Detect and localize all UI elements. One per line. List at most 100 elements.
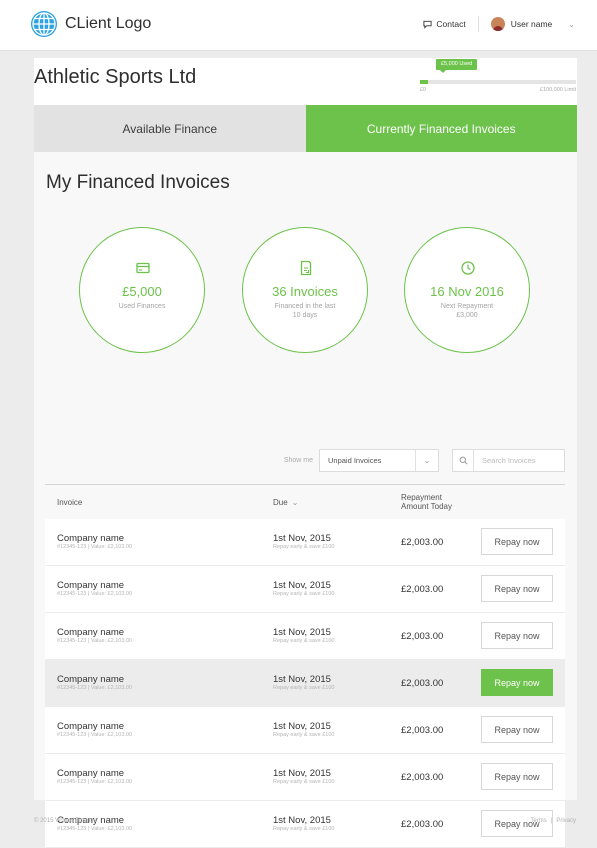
repay-now-button[interactable]: Repay now bbox=[481, 669, 553, 696]
globe-logo-icon bbox=[31, 11, 57, 37]
client-logo[interactable]: CLient Logo bbox=[30, 10, 151, 38]
invoice-ref-cell: #12345-123 | Value: £2,103.00 bbox=[57, 732, 133, 738]
invoice-ref-cell: #12345-123 | Value: £2,103.00 bbox=[57, 685, 133, 691]
repay-note-cell: Repay early & save £100 bbox=[273, 685, 335, 691]
stat-value: 36 Invoices bbox=[272, 284, 338, 299]
user-name: User name bbox=[510, 19, 553, 29]
due-date-cell: 1st Nov, 2015 bbox=[273, 768, 331, 779]
limit-max-label: £100,000 Limit bbox=[539, 87, 576, 93]
repayment-amount-cell: £2,003.00 bbox=[401, 678, 444, 689]
invoice-icon bbox=[300, 260, 312, 276]
repayment-amount-cell: £2,003.00 bbox=[401, 819, 444, 830]
repayment-amount-cell: £2,003.00 bbox=[401, 631, 444, 642]
search-icon[interactable] bbox=[453, 450, 474, 471]
tab-currently-financed-invoices[interactable]: Currently Financed Invoices bbox=[305, 105, 577, 160]
invoice-ref-cell: #12345-123 | Value: £2,103.00 bbox=[57, 544, 133, 550]
invoice-filter-select[interactable]: Unpaid Invoices ⌄ bbox=[319, 449, 439, 472]
repay-now-button[interactable]: Repay now bbox=[481, 763, 553, 790]
table-row: Company name #12345-123 | Value: £2,103.0… bbox=[45, 754, 565, 801]
stat-next-repayment: 16 Nov 2016 Next Repayment £3,000 bbox=[404, 227, 530, 353]
due-date-cell: 1st Nov, 2015 bbox=[273, 674, 331, 685]
company-name-cell: Company name bbox=[57, 674, 125, 685]
contact-label: Contact bbox=[436, 19, 466, 29]
repay-now-button[interactable]: Repay now bbox=[481, 716, 553, 743]
chevron-down-icon: ⌄ bbox=[415, 450, 438, 471]
footer-copyright: © 2015 Virtuus Finance bbox=[34, 818, 97, 824]
filter-bar: Show me Unpaid Invoices ⌄ bbox=[284, 449, 565, 472]
contact-link[interactable]: Contact bbox=[423, 19, 466, 29]
limit-bar-track bbox=[420, 80, 576, 84]
repay-now-button[interactable]: Repay now bbox=[481, 528, 553, 555]
company-name-cell: Company name bbox=[57, 533, 125, 544]
top-bar: CLient Logo Contact User name ⌄ bbox=[0, 0, 597, 51]
due-date-cell: 1st Nov, 2015 bbox=[273, 533, 331, 544]
nav-divider bbox=[477, 16, 479, 32]
search-box bbox=[452, 449, 565, 472]
table-row: Company name #12345-123 | Value: £2,103.0… bbox=[45, 519, 565, 566]
main-card: Athletic Sports Ltd £5,000 Used £0 £100,… bbox=[34, 58, 577, 848]
stat-subtext: Used Finances bbox=[118, 303, 166, 310]
repay-now-button[interactable]: Repay now bbox=[481, 622, 553, 649]
table-header: Invoice Due ⌄ Repayment Amount Today bbox=[45, 484, 565, 520]
repayment-amount-cell: £2,003.00 bbox=[401, 537, 444, 548]
stat-subtext: Next Repayment £3,000 bbox=[440, 303, 494, 319]
company-name: Athletic Sports Ltd bbox=[34, 66, 197, 88]
column-header-due[interactable]: Due ⌄ bbox=[273, 485, 298, 519]
repay-note-cell: Repay early & save £100 bbox=[273, 779, 335, 785]
used-amount-flag: £5,000 Used bbox=[436, 59, 478, 73]
select-value: Unpaid Invoices bbox=[328, 456, 382, 465]
tab-bar: Available Finance Currently Financed Inv… bbox=[34, 105, 577, 160]
card-icon bbox=[136, 262, 150, 274]
repay-header-line2: Amount Today bbox=[401, 502, 452, 511]
stat-financed-invoices: 36 Invoices Financed in the last 10 days bbox=[242, 227, 368, 353]
repayment-amount-cell: £2,003.00 bbox=[401, 725, 444, 736]
repay-header-line1: Repayment bbox=[401, 493, 442, 502]
chevron-down-icon: ⌄ bbox=[568, 19, 575, 29]
search-input[interactable] bbox=[474, 455, 564, 466]
repayment-amount-cell: £2,003.00 bbox=[401, 584, 444, 595]
table-row: Company name #12345-123 | Value: £2,103.0… bbox=[45, 613, 565, 660]
stat-subtext: Financed in the last 10 days bbox=[274, 303, 336, 319]
top-nav: Contact User name ⌄ bbox=[423, 16, 575, 32]
repayment-amount-cell: £2,003.00 bbox=[401, 772, 444, 783]
company-name-cell: Company name bbox=[57, 721, 125, 732]
invoice-ref-cell: #12345-123 | Value: £2,103.00 bbox=[57, 638, 133, 644]
limit-bar-fill bbox=[420, 80, 428, 84]
terms-link[interactable]: Terms bbox=[530, 818, 546, 824]
invoice-ref-cell: #12345-123 | Value: £2,103.00 bbox=[57, 826, 133, 832]
repay-now-button[interactable]: Repay now bbox=[481, 575, 553, 602]
logo-text: CLient Logo bbox=[65, 15, 152, 32]
column-header-repayment: Repayment Amount Today bbox=[401, 485, 452, 519]
due-date-cell: 1st Nov, 2015 bbox=[273, 815, 331, 826]
footer-links: Terms | Privacy bbox=[530, 818, 576, 824]
repay-note-cell: Repay early & save £100 bbox=[273, 638, 335, 644]
due-date-cell: 1st Nov, 2015 bbox=[273, 627, 331, 638]
repay-note-cell: Repay early & save £100 bbox=[273, 826, 335, 832]
due-date-cell: 1st Nov, 2015 bbox=[273, 721, 331, 732]
stat-used-finances: £5,000 Used Finances bbox=[79, 227, 205, 353]
table-row: Company name #12345-123 | Value: £2,103.0… bbox=[45, 707, 565, 754]
company-name-cell: Company name bbox=[57, 580, 125, 591]
avatar bbox=[490, 17, 505, 31]
privacy-link[interactable]: Privacy bbox=[556, 818, 576, 824]
repay-note-cell: Repay early & save £100 bbox=[273, 732, 335, 738]
invoices-panel: My Financed Invoices £5,000 Used Finance… bbox=[34, 152, 577, 848]
company-name-cell: Company name bbox=[57, 627, 125, 638]
chevron-down-icon: ⌄ bbox=[291, 497, 299, 507]
show-me-label: Show me bbox=[283, 457, 313, 464]
invoice-ref-cell: #12345-123 | Value: £2,103.00 bbox=[57, 779, 133, 785]
repay-note-cell: Repay early & save £100 bbox=[273, 591, 335, 597]
footer-separator: | bbox=[550, 818, 553, 824]
invoice-ref-cell: #12345-123 | Value: £2,103.00 bbox=[57, 591, 133, 597]
tab-available-finance[interactable]: Available Finance bbox=[34, 105, 306, 152]
invoice-table-body: Company name #12345-123 | Value: £2,103.0… bbox=[45, 519, 565, 848]
table-row: Company name #12345-123 | Value: £2,103.0… bbox=[45, 566, 565, 613]
user-menu[interactable]: User name ⌄ bbox=[490, 17, 575, 31]
company-name-cell: Company name bbox=[57, 768, 125, 779]
column-header-invoice[interactable]: Invoice bbox=[57, 485, 82, 519]
clock-icon bbox=[461, 261, 475, 275]
due-date-cell: 1st Nov, 2015 bbox=[273, 580, 331, 591]
due-header-label: Due bbox=[273, 497, 288, 507]
speech-bubble-icon bbox=[423, 20, 432, 29]
finance-limit-meter: £5,000 Used £0 £100,000 Limit bbox=[420, 58, 576, 98]
